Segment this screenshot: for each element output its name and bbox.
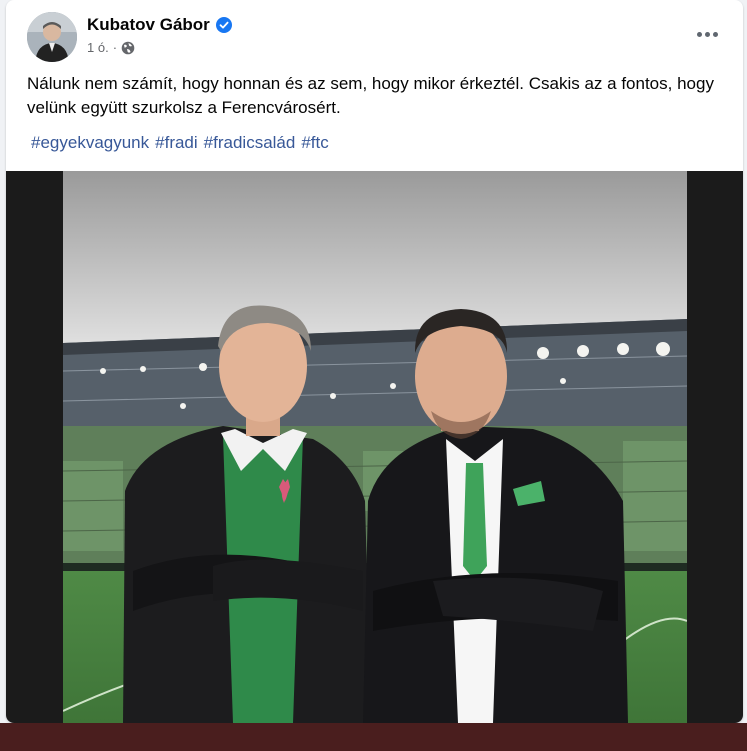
- hashtag-list: #egyekvagyunk #fradi #fradicsalád #ftc: [31, 131, 329, 155]
- post-photo[interactable]: [63, 171, 687, 723]
- post-author: Kubatov Gábor: [87, 14, 232, 36]
- author-avatar[interactable]: [27, 12, 77, 62]
- hashtag-link[interactable]: #fradi: [155, 131, 198, 155]
- more-options-icon[interactable]: [693, 24, 721, 44]
- post-photo-container: [6, 171, 743, 723]
- feed-post-card: Kubatov Gábor 1 ó. · Nálunk nem számít, …: [6, 0, 743, 723]
- hashtag-link[interactable]: #egyekvagyunk: [31, 131, 149, 155]
- verified-badge-icon: [215, 17, 232, 33]
- post-timestamp[interactable]: 1 ó.: [87, 40, 109, 55]
- author-name-link[interactable]: Kubatov Gábor: [87, 15, 210, 35]
- post-text: Nálunk nem számít, hogy honnan és az sem…: [27, 74, 714, 117]
- meta-separator: ·: [112, 40, 118, 55]
- globe-icon[interactable]: [121, 41, 135, 55]
- post-meta: 1 ó. ·: [87, 40, 135, 55]
- hashtag-link[interactable]: #ftc: [301, 131, 328, 155]
- hashtag-link[interactable]: #fradicsalád: [204, 131, 296, 155]
- bottom-edge-bar: [0, 723, 747, 751]
